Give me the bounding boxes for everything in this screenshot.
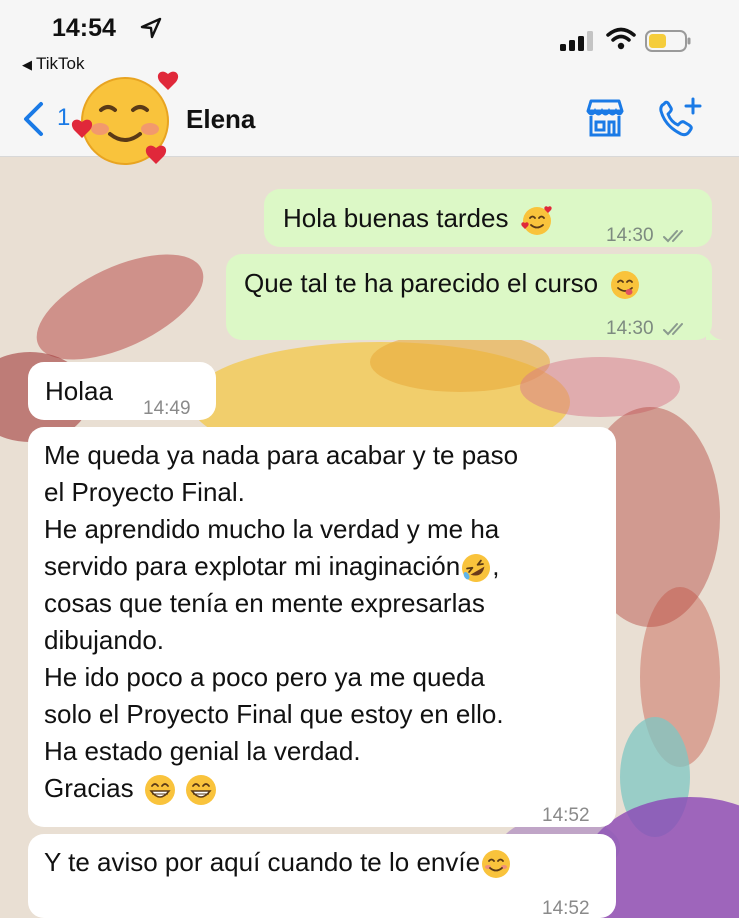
message-line: servido para explotar mi inaginación (44, 551, 461, 581)
wifi-icon (606, 27, 636, 50)
message-time: 14:30 (606, 225, 654, 246)
message-text: Y te aviso por aquí cuando te lo envíe (44, 847, 481, 877)
message-text: Que tal te ha parecido el curso (244, 268, 599, 298)
bubble-tail (706, 324, 722, 340)
unread-chats-count[interactable]: 1 (57, 104, 70, 132)
battery-icon (645, 30, 691, 52)
status-time: 14:54 (52, 14, 116, 42)
message-line: Gracias (44, 773, 134, 803)
message-bubble-outgoing[interactable]: Que tal te ha parecido el curso 14:30 (226, 254, 722, 340)
read-receipt-icon (662, 322, 683, 336)
read-receipt-icon (662, 229, 683, 243)
rolling-on-floor-laughing-icon (462, 554, 491, 583)
contact-avatar[interactable] (70, 66, 180, 172)
message-line: He aprendido mucho la verdad y me ha (44, 514, 500, 544)
message-time: 14:49 (143, 398, 191, 419)
face-savoring-food-icon (611, 271, 640, 300)
message-time: 14:52 (542, 898, 590, 918)
message-bubble-incoming[interactable]: Holaa 14:49 (28, 362, 216, 420)
grinning-face-icon (144, 775, 175, 806)
message-line-suffix: , (492, 551, 500, 581)
message-time: 14:30 (606, 318, 654, 339)
message-text: Hola buenas tardes (283, 203, 509, 233)
back-chevron-icon[interactable] (20, 100, 46, 138)
smiling-face-with-hearts-icon (521, 206, 552, 236)
message-line: el Proyecto Final. (44, 477, 245, 507)
message-text: Holaa (45, 376, 113, 406)
location-arrow-icon (140, 17, 162, 39)
add-call-icon[interactable] (656, 96, 702, 140)
message-line: Me queda ya nada para acabar y te paso (44, 440, 519, 470)
message-line: Ha estado genial la verdad. (44, 736, 361, 766)
message-bubble-incoming[interactable]: Me queda ya nada para acabar y te paso e… (28, 427, 616, 827)
back-triangle-icon: ◀ (22, 57, 32, 72)
message-bubble-outgoing[interactable]: Hola buenas tardes 14:30 (264, 189, 712, 247)
message-line: cosas que tenía en mente expresarlas (44, 588, 485, 618)
smiling-face-icon (482, 850, 511, 879)
message-line: He ido poco a poco pero ya me queda (44, 662, 485, 692)
message-line: dibujando. (44, 625, 164, 655)
contact-name[interactable]: Elena (186, 104, 255, 135)
message-bubble-incoming[interactable]: Y te aviso por aquí cuando te lo envíe 1… (28, 834, 616, 918)
grinning-face-icon (186, 775, 217, 806)
message-line: solo el Proyecto Final que estoy en ello… (44, 699, 504, 729)
catalog-store-icon[interactable] (583, 97, 627, 139)
cellular-signal-icon (560, 31, 593, 51)
message-time: 14:52 (542, 805, 590, 826)
